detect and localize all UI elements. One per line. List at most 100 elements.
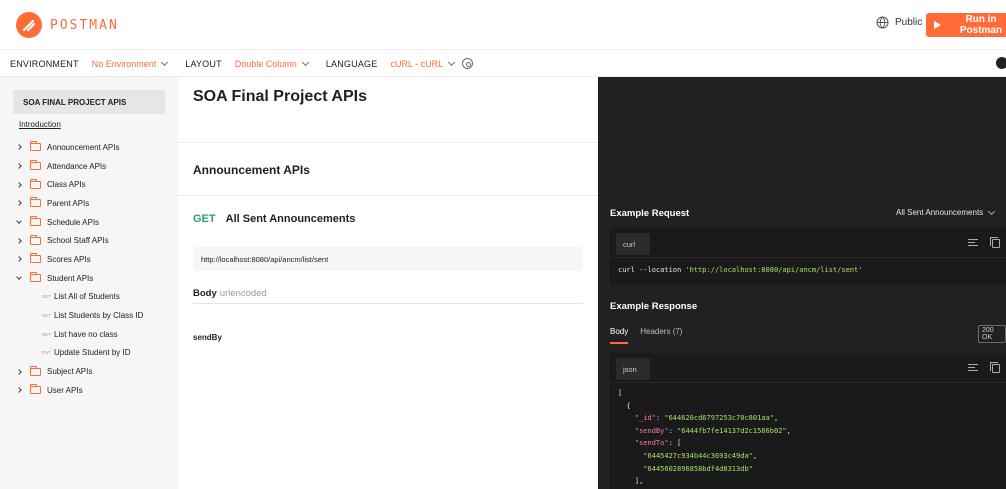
divider xyxy=(178,195,598,196)
chevron-down-icon xyxy=(301,58,309,66)
section-title: Announcement APIs xyxy=(193,163,310,177)
copy-icon[interactable] xyxy=(990,362,1000,373)
json-value: "6444fb7fe14137d2c1586b02" xyxy=(677,426,787,435)
chevron-right-icon xyxy=(14,163,24,169)
chevron-right-icon xyxy=(14,368,24,375)
dark-mode-icon[interactable] xyxy=(996,57,1006,69)
json-value: "6445602896858bdf4d8313db" xyxy=(643,464,753,473)
code-language-chip[interactable]: json xyxy=(616,358,650,380)
language-label: LANGUAGE xyxy=(325,58,378,69)
divider xyxy=(178,142,598,143)
chevron-right-icon xyxy=(14,144,24,151)
sidebar-folder-parent-apis[interactable]: Parent APIs xyxy=(14,194,174,213)
chevron-down-icon xyxy=(988,207,996,215)
body-type: urlencoded xyxy=(219,288,267,299)
postman-logo[interactable]: POSTMAN xyxy=(16,12,119,38)
folder-icon xyxy=(30,160,41,171)
sidebar-folder-class-apis[interactable]: Class APIs xyxy=(14,175,174,194)
method-tag: PUT xyxy=(42,350,51,356)
request-name: All Sent Announcements xyxy=(225,213,356,225)
chevron-right-icon xyxy=(14,181,24,188)
status-badge: 200 OK xyxy=(978,325,1006,343)
chevron-down-icon xyxy=(14,218,24,224)
chevron-right-icon xyxy=(14,200,24,207)
sidebar-folder-user-apis[interactable]: User APIs xyxy=(14,381,174,400)
run-button-label: Run in Postman xyxy=(959,14,1003,36)
request-label: List Students by Class ID xyxy=(54,311,144,321)
code-language-chip[interactable]: curl xyxy=(616,233,650,255)
folder-label: User APIs xyxy=(47,385,83,395)
environment-dropdown[interactable]: No Environment xyxy=(92,58,169,69)
json-line: { xyxy=(626,401,631,410)
sidebar-folder-student-apis[interactable]: Student APIs xyxy=(14,269,174,288)
folder-icon xyxy=(30,384,41,395)
curl-prefix: curl --location xyxy=(618,266,686,274)
chevron-down-icon xyxy=(448,58,456,66)
layout-label: LAYOUT xyxy=(185,58,222,69)
body-field-name: sendBy xyxy=(193,333,222,342)
run-in-postman-button[interactable]: Run in Postman xyxy=(926,13,1006,37)
collection-title[interactable]: SOA FINAL PROJECT APIS xyxy=(13,90,165,114)
sidebar-item-introduction[interactable]: Introduction xyxy=(19,120,61,129)
wrap-lines-icon[interactable] xyxy=(968,364,978,371)
folder-icon xyxy=(30,365,41,376)
chevron-down-icon xyxy=(14,274,24,280)
sidebar-request-update-student[interactable]: PUT Update Student by ID xyxy=(14,344,174,363)
sidebar-folder-announcement-apis[interactable]: Announcement APIs xyxy=(14,138,174,157)
visibility-indicator: Public xyxy=(876,16,922,29)
request-heading: GET All Sent Announcements xyxy=(193,213,355,225)
example-panel: Example Request All Sent Announcements c… xyxy=(598,77,1006,489)
folder-label: Attendance APIs xyxy=(47,161,107,171)
brand-name: POSTMAN xyxy=(50,17,119,33)
folder-icon xyxy=(30,141,41,152)
environment-label: ENVIRONMENT xyxy=(10,58,79,69)
example-request-dropdown[interactable]: All Sent Announcements xyxy=(896,207,996,217)
settings-gear-icon[interactable] xyxy=(462,58,474,69)
request-code-card: curl curl --location 'http://localhost:8… xyxy=(610,228,1006,285)
options-bar: ENVIRONMENT No Environment LAYOUT Double… xyxy=(0,51,1006,77)
globe-icon xyxy=(876,16,889,29)
language-dropdown[interactable]: cURL - cURL xyxy=(390,58,456,69)
json-key: "_id" xyxy=(634,414,656,423)
folder-icon xyxy=(30,234,41,245)
documentation-panel: SOA Final Project APIs Announcement APIs… xyxy=(178,77,598,489)
method-tag: GET xyxy=(41,331,51,337)
code-actions xyxy=(968,237,1000,248)
folder-label: Class APIs xyxy=(47,180,86,190)
folder-icon xyxy=(30,197,41,208)
code-card-header: curl xyxy=(610,228,1006,258)
folder-icon xyxy=(30,272,41,283)
copy-icon[interactable] xyxy=(990,237,1000,248)
code-card-header: json xyxy=(610,353,1006,383)
json-response: [ { "_id": "644620cd6797253c70c801aa", "… xyxy=(618,389,791,486)
method-tag: GET xyxy=(41,313,51,319)
sidebar-folder-schedule-apis[interactable]: Schedule APIs xyxy=(14,213,174,232)
sidebar-folder-attendance-apis[interactable]: Attendance APIs xyxy=(14,157,174,176)
tab-headers[interactable]: Headers (7) xyxy=(640,327,682,344)
sidebar-request-list-no-class[interactable]: GET List have no class xyxy=(14,325,174,344)
json-line: [ xyxy=(618,389,623,397)
sidebar-folder-scores-apis[interactable]: Scores APIs xyxy=(14,250,174,269)
request-label: Update Student by ID xyxy=(54,348,131,358)
sidebar-tree: Announcement APIs Attendance APIs Class … xyxy=(14,138,174,400)
folder-label: School Staff APIs xyxy=(47,236,109,246)
response-tabs: Body Headers (7) xyxy=(610,327,694,344)
json-key: "sendBy" xyxy=(634,426,669,435)
folder-label: Student APIs xyxy=(47,273,94,283)
chevron-right-icon xyxy=(14,256,24,263)
folder-label: Announcement APIs xyxy=(47,142,120,152)
wrap-lines-icon[interactable] xyxy=(968,239,978,246)
tab-body[interactable]: Body xyxy=(610,327,629,344)
sidebar-folder-school-staff-apis[interactable]: School Staff APIs xyxy=(14,231,174,250)
postman-docs-app: POSTMAN Public Run in Postman ENVIRONMEN… xyxy=(0,0,1006,489)
sidebar-request-list-all-students[interactable]: GET List All of Students xyxy=(14,288,174,307)
curl-code: curl --location 'http://localhost:8080/a… xyxy=(610,258,1006,277)
layout-dropdown[interactable]: Double Column xyxy=(235,58,309,69)
request-url[interactable]: http://localhost:8080/api/ancm/list/sent xyxy=(193,247,583,271)
chevron-right-icon xyxy=(14,387,24,394)
sidebar-request-list-students-by-class[interactable]: GET List Students by Class ID xyxy=(14,306,174,325)
sidebar: SOA FINAL PROJECT APIS Introduction Anno… xyxy=(0,77,178,489)
code-actions xyxy=(968,362,1000,373)
visibility-label: Public xyxy=(895,17,923,28)
sidebar-folder-subject-apis[interactable]: Subject APIs xyxy=(14,362,174,381)
